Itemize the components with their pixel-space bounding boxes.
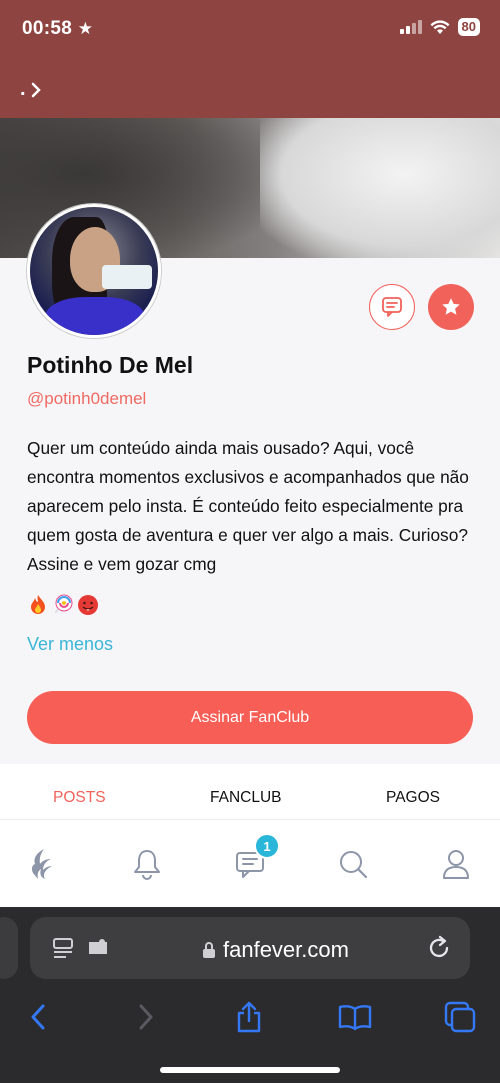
clock-text: 00:58 bbox=[22, 18, 73, 39]
previous-tab-edge[interactable] bbox=[0, 917, 18, 979]
tab-posts[interactable]: POSTS bbox=[53, 789, 106, 807]
user-icon bbox=[443, 850, 469, 879]
lollipop-emoji bbox=[53, 594, 73, 616]
tab-pagos[interactable]: PAGOS bbox=[386, 789, 440, 807]
browser-back-button[interactable] bbox=[18, 997, 58, 1037]
profile-name: Potinho De Mel bbox=[27, 352, 194, 378]
lock-icon bbox=[203, 942, 215, 958]
flame-icon bbox=[31, 849, 52, 879]
message-button[interactable] bbox=[369, 284, 415, 330]
profile-handle[interactable]: @potinh0demel bbox=[27, 389, 146, 409]
share-button[interactable] bbox=[229, 997, 269, 1037]
browser-chrome: fanfever.com bbox=[0, 907, 500, 1083]
avatar[interactable] bbox=[27, 204, 161, 338]
star-icon bbox=[442, 298, 460, 315]
profile-nav-button[interactable] bbox=[436, 844, 476, 884]
address-bar[interactable]: fanfever.com bbox=[30, 917, 470, 979]
bottom-navigation: 1 bbox=[0, 819, 500, 907]
see-less-link[interactable]: Ver menos bbox=[27, 634, 113, 655]
status-time: 00:58 ★ bbox=[22, 18, 93, 40]
favorite-button[interactable] bbox=[428, 284, 474, 330]
search-nav-button[interactable] bbox=[333, 844, 373, 884]
chevron-left-icon bbox=[31, 1004, 45, 1030]
messages-badge: 1 bbox=[254, 833, 280, 859]
bio-emojis bbox=[27, 594, 99, 616]
status-bar: 00:58 ★ 80 bbox=[0, 0, 500, 60]
signal-icon bbox=[399, 20, 422, 34]
app-header: 00:58 ★ 80 . bbox=[0, 0, 500, 118]
profile-bio: Quer um conteúdo ainda mais ousado? Aqui… bbox=[27, 438, 469, 574]
chevron-right-icon bbox=[139, 1004, 153, 1030]
browser-forward-button[interactable] bbox=[126, 997, 166, 1037]
profile-tabs: POSTS FANCLUB PAGOS bbox=[0, 764, 500, 819]
book-icon bbox=[338, 1005, 372, 1031]
share-icon bbox=[237, 1001, 261, 1033]
chevron-right-icon bbox=[31, 82, 41, 97]
home-indicator bbox=[160, 1067, 340, 1073]
browser-toolbar bbox=[0, 987, 500, 1047]
status-indicators: 80 bbox=[399, 18, 480, 36]
home-nav-button[interactable] bbox=[22, 844, 62, 884]
message-icon bbox=[382, 297, 402, 317]
extension-icon bbox=[89, 939, 107, 954]
tab-fanclub[interactable]: FANCLUB bbox=[210, 789, 282, 807]
fire-emoji bbox=[31, 595, 45, 614]
tabs-button[interactable] bbox=[440, 997, 480, 1037]
reader-icon bbox=[53, 938, 73, 958]
back-nav[interactable]: . bbox=[20, 78, 42, 101]
url-text: fanfever.com bbox=[223, 937, 349, 962]
bell-icon bbox=[134, 850, 160, 880]
bookmarks-button[interactable] bbox=[335, 997, 375, 1037]
star-icon: ★ bbox=[77, 19, 94, 38]
search-icon bbox=[340, 851, 368, 879]
page-menu-icons[interactable] bbox=[52, 937, 110, 959]
reload-icon[interactable] bbox=[426, 935, 452, 961]
notifications-nav-button[interactable] bbox=[127, 844, 167, 884]
battery-indicator: 80 bbox=[457, 18, 480, 36]
subscribe-fanclub-button[interactable]: Assinar FanClub bbox=[27, 691, 473, 744]
hot-face-emoji bbox=[78, 595, 98, 615]
tabs-icon bbox=[444, 1001, 476, 1033]
back-label: . bbox=[20, 78, 26, 100]
wifi-icon bbox=[430, 19, 450, 34]
